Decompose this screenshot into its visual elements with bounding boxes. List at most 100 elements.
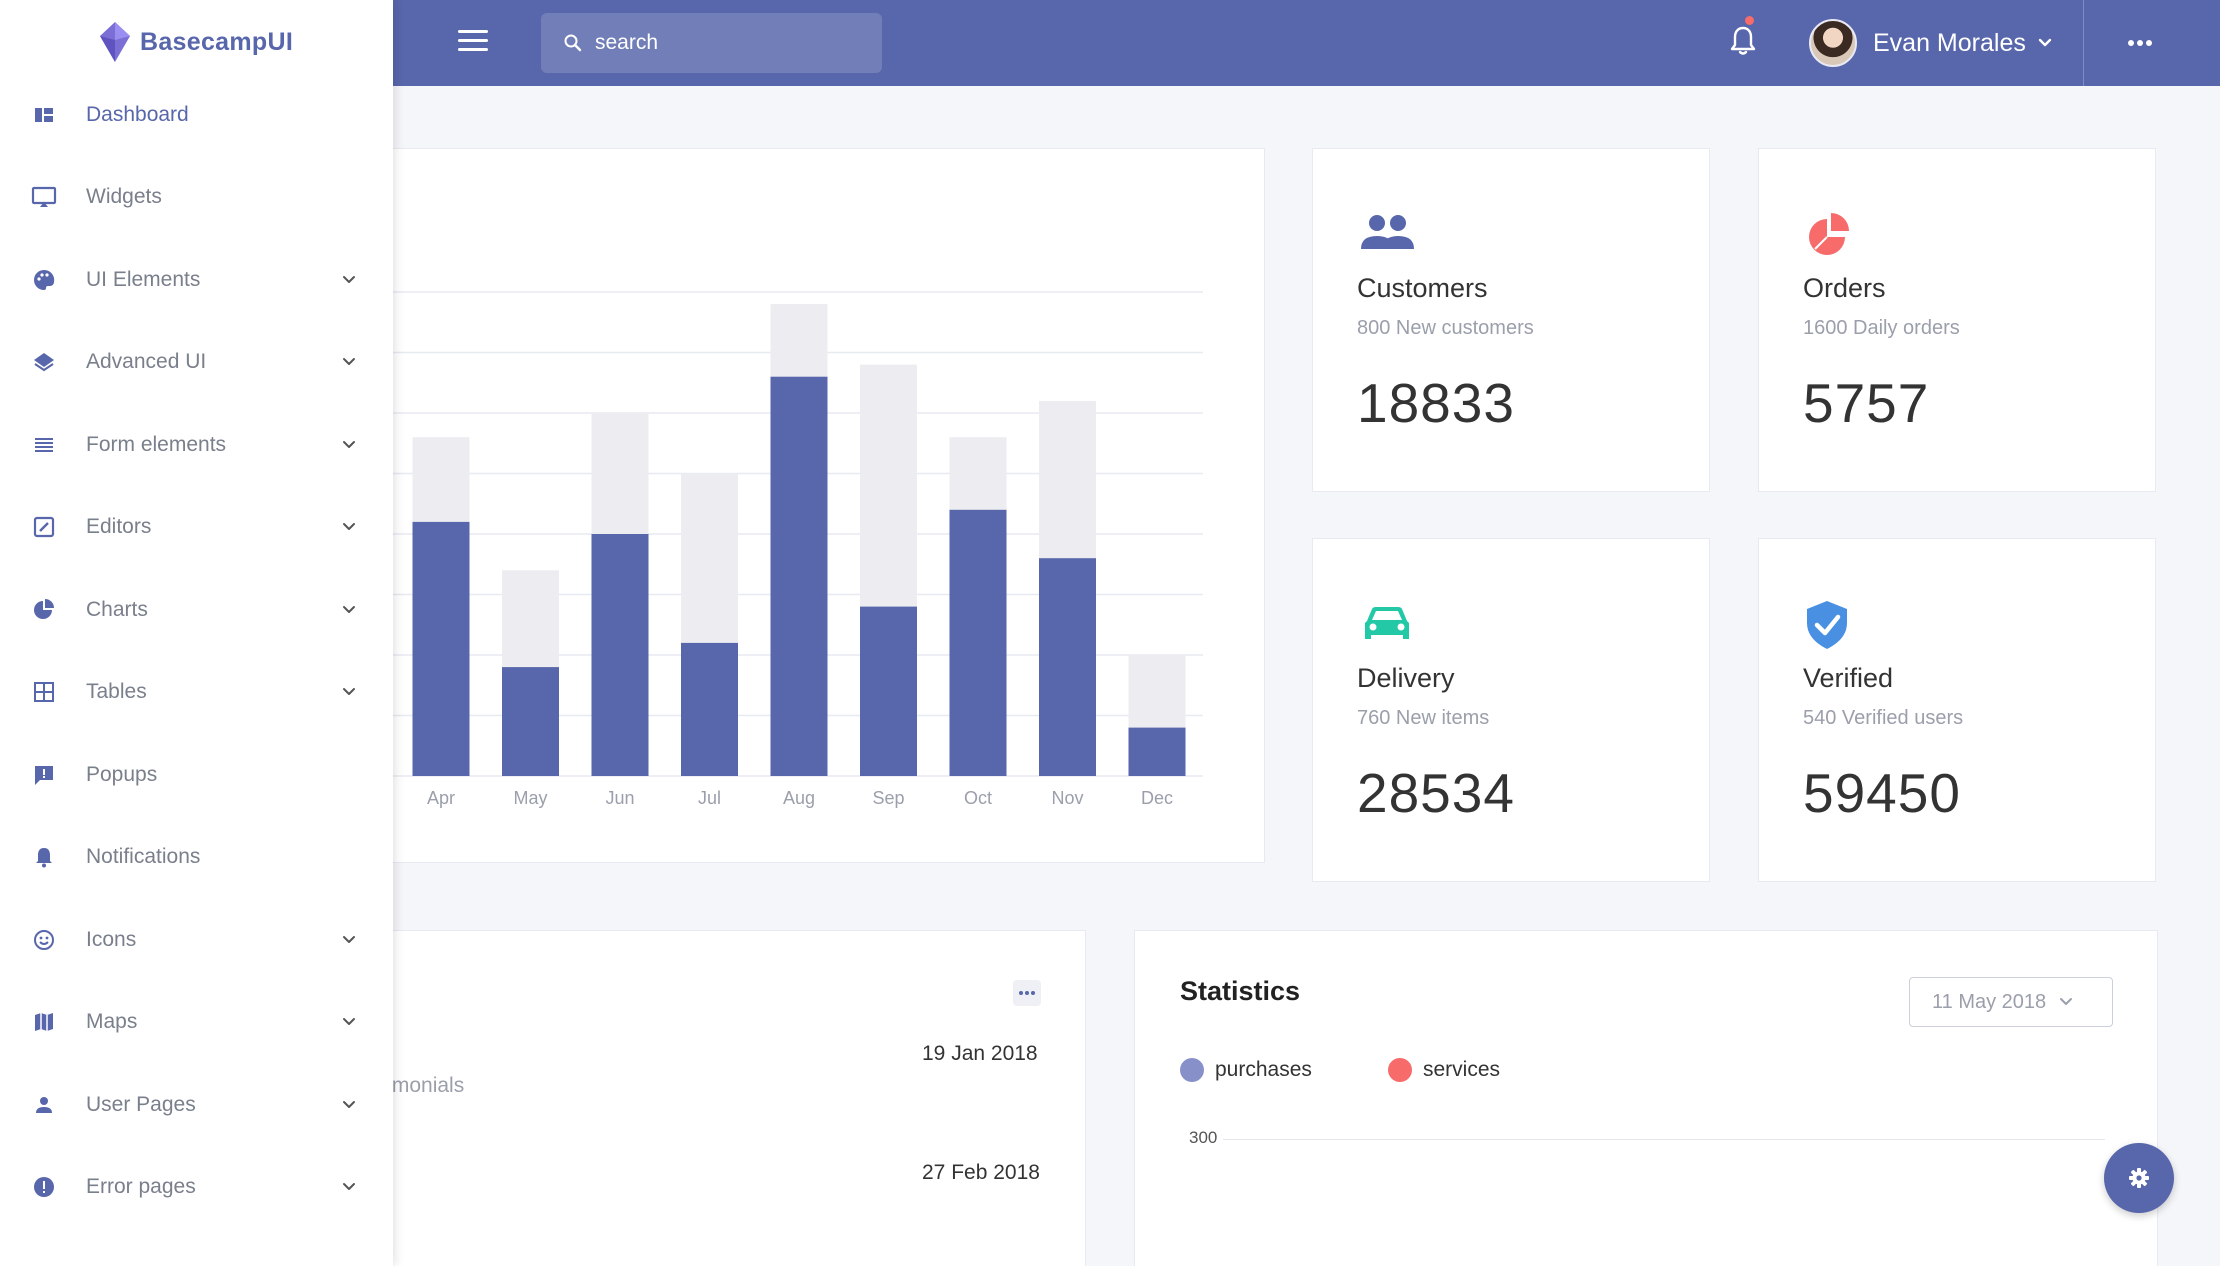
- search-input[interactable]: [595, 27, 865, 59]
- sidebar-item-charts[interactable]: Charts: [0, 580, 393, 640]
- sidebar-item-error-pages[interactable]: Error pages: [0, 1157, 393, 1217]
- sidebar-item-dashboard[interactable]: Dashboard: [0, 85, 393, 145]
- bar[interactable]: [681, 642, 738, 776]
- bar[interactable]: [502, 667, 559, 776]
- statistics-card: Statistics 11 May 2018 purchases service…: [1134, 930, 2158, 1266]
- notification-dot: [1745, 16, 1754, 25]
- legend-item-services[interactable]: services: [1388, 1058, 1500, 1082]
- stat-title: Verified: [1803, 663, 1894, 693]
- stat-title: Customers: [1357, 273, 1488, 303]
- feedback-icon: [30, 761, 58, 789]
- stat-value: 5757: [1803, 372, 1930, 434]
- chevron-down-icon: [343, 1183, 355, 1190]
- stat-subtitle: 1600 Daily orders: [1803, 317, 1960, 339]
- sidebar-item-advanced-ui[interactable]: Advanced UI: [0, 332, 393, 392]
- activity-list-card: 19 Jan 2018 eating Testimonials 27 Feb 2…: [286, 930, 1086, 1266]
- search-icon: [564, 34, 582, 52]
- bar[interactable]: [1039, 558, 1096, 776]
- sidebar-item-editors[interactable]: Editors: [0, 497, 393, 557]
- bell-icon: [30, 843, 58, 871]
- sidebar-item-label: User Pages: [86, 1093, 196, 1116]
- search-box[interactable]: [541, 13, 882, 73]
- edit-icon: [30, 513, 58, 541]
- list-icon: [30, 431, 58, 459]
- sidebar-item-label: Advanced UI: [86, 350, 207, 373]
- sidebar-item-notifications[interactable]: Notifications: [0, 827, 393, 887]
- sidebar-item-form-elements[interactable]: Form elements: [0, 415, 393, 475]
- bar[interactable]: [1128, 727, 1186, 776]
- x-axis-tick-label: Aug: [783, 788, 815, 808]
- logo-gem-icon: [100, 22, 130, 62]
- sidebar-item-label: Notifications: [86, 845, 201, 868]
- error-icon: [30, 1173, 58, 1201]
- bar[interactable]: [949, 509, 1007, 776]
- avatar: [1809, 19, 1857, 67]
- legend-label: purchases: [1215, 1058, 1312, 1081]
- chevron-down-icon: [343, 936, 355, 943]
- chevron-down-icon: [343, 606, 355, 613]
- sidebar-item-label: Dashboard: [86, 103, 189, 126]
- chevron-down-icon: [343, 276, 355, 283]
- list-item-date: 27 Feb 2018: [922, 1161, 1040, 1184]
- gear-icon: [2129, 1168, 2149, 1188]
- dashboard-icon: [30, 101, 58, 129]
- stat-card-orders: Orders 1600 Daily orders 5757: [1758, 148, 2156, 492]
- sidebar-item-label: Widgets: [86, 185, 162, 208]
- bar[interactable]: [770, 376, 828, 776]
- user-menu[interactable]: Evan Morales: [1809, 18, 2054, 68]
- user-name: Evan Morales: [1873, 28, 2026, 57]
- x-axis-tick-label: Oct: [964, 788, 992, 808]
- sidebar-item-popups[interactable]: Popups: [0, 745, 393, 805]
- stat-subtitle: 800 New customers: [1357, 317, 1534, 339]
- sidebar-item-label: Icons: [86, 928, 137, 951]
- chevron-down-icon: [343, 358, 355, 365]
- legend-label: services: [1423, 1058, 1501, 1081]
- list-more-button[interactable]: [1013, 980, 1041, 1006]
- x-axis-tick-label: Nov: [1051, 788, 1083, 808]
- sidebar-item-maps[interactable]: Maps: [0, 992, 393, 1052]
- x-axis-tick-label: Jun: [605, 788, 634, 808]
- pie-chart-icon: [30, 596, 58, 624]
- more-options-icon[interactable]: [2126, 34, 2154, 52]
- monitor-icon: [30, 183, 58, 211]
- sidebar-item-user-pages[interactable]: User Pages: [0, 1075, 393, 1135]
- stat-subtitle: 760 New items: [1357, 707, 1490, 729]
- stat-card-customers: Customers 800 New customers 18833: [1312, 148, 1710, 492]
- stat-title: Delivery: [1357, 663, 1455, 693]
- sidebar-item-widgets[interactable]: Widgets: [0, 167, 393, 227]
- bar[interactable]: [412, 521, 470, 776]
- list-item-date: 19 Jan 2018: [922, 1042, 1038, 1065]
- bar[interactable]: [860, 606, 917, 776]
- car-icon: [1365, 607, 1409, 639]
- bar[interactable]: [591, 534, 649, 776]
- app-logo[interactable]: BasecampUI: [96, 20, 293, 64]
- sidebar-item-icons[interactable]: Icons: [0, 910, 393, 970]
- settings-fab-button[interactable]: [2104, 1143, 2174, 1213]
- verified-shield-icon: [1807, 601, 1847, 649]
- chevron-down-icon: [2060, 998, 2073, 1005]
- gridline: [1223, 1139, 2105, 1140]
- date-select-value: 11 May 2018: [1932, 990, 2047, 1013]
- notifications-button[interactable]: [1728, 16, 1758, 58]
- chevron-down-icon: [343, 1018, 355, 1025]
- sidebar-item-tables[interactable]: Tables: [0, 662, 393, 722]
- menu-toggle-button[interactable]: [458, 30, 488, 56]
- y-axis-tick: 300: [1189, 1128, 1218, 1147]
- smiley-icon: [30, 926, 58, 954]
- palette-icon: [30, 266, 58, 294]
- sidebar-item-label: Popups: [86, 763, 158, 786]
- stat-card-verified: Verified 540 Verified users 59450: [1758, 538, 2156, 882]
- bar-chart: Apr May Jun Jul Aug Sep Oct Nov Dec: [331, 291, 1203, 808]
- people-icon: [1361, 215, 1414, 249]
- legend-item-purchases[interactable]: purchases: [1180, 1058, 1312, 1082]
- sidebar-item-ui-elements[interactable]: UI Elements: [0, 250, 393, 310]
- sidebar-item-label: Charts: [86, 598, 148, 621]
- date-select[interactable]: 11 May 2018: [1909, 977, 2113, 1027]
- x-axis-tick-label: May: [513, 788, 547, 808]
- x-axis-tick-label: Jul: [698, 788, 721, 808]
- x-axis-tick-label: Apr: [427, 788, 455, 808]
- layers-icon: [30, 348, 58, 376]
- chevron-down-icon: [343, 1101, 355, 1108]
- legend-dot: [1180, 1058, 1204, 1082]
- sidebar-item-label: Error pages: [86, 1175, 196, 1198]
